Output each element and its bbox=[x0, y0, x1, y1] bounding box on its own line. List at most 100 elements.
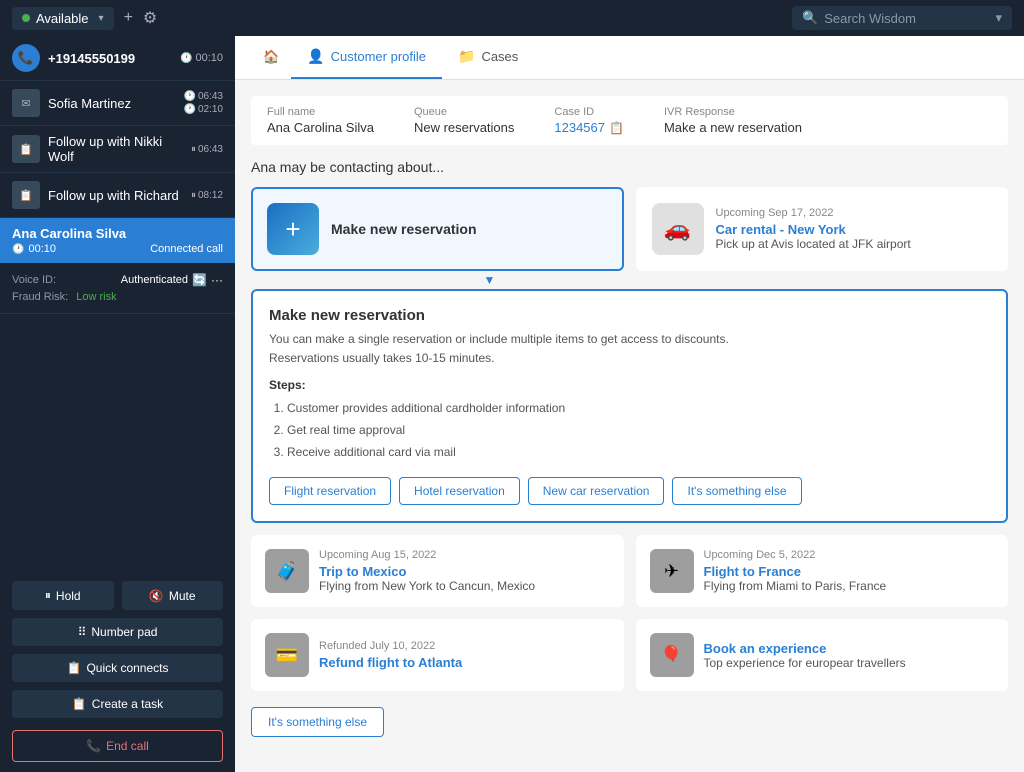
refund-atlanta-icon: 💳 bbox=[265, 633, 309, 677]
cases-icon: 📁 bbox=[458, 48, 475, 65]
call-details: Voice ID: Authenticated 🔄 ··· Fraud Risk… bbox=[0, 263, 235, 314]
expanded-panel-title: Make new reservation bbox=[269, 307, 990, 324]
end-call-icon: 📞 bbox=[86, 739, 101, 753]
active-call-timer: 🕐 00:10 bbox=[12, 243, 56, 255]
case-id-link[interactable]: 1234567 📋 bbox=[554, 120, 624, 135]
fraud-label: Fraud Risk: bbox=[12, 291, 68, 303]
search-input[interactable] bbox=[824, 11, 974, 26]
card-trip-mexico-info: Upcoming Aug 15, 2022 Trip to Mexico Fly… bbox=[319, 549, 535, 593]
expanded-panel-desc: You can make a single reservation or inc… bbox=[269, 330, 990, 368]
mute-icon: 🔇 bbox=[149, 589, 164, 603]
grid-icon: ⠿ bbox=[78, 625, 87, 639]
main-content: 🏠 👤 Customer profile 📁 Cases Full name A… bbox=[235, 36, 1024, 772]
card-car-rental[interactable]: 🚗 Upcoming Sep 17, 2022 Car rental - New… bbox=[636, 187, 1009, 271]
task-icon: 📋 bbox=[72, 697, 87, 711]
fraud-value: Low risk bbox=[76, 291, 116, 303]
card-trip-mexico[interactable]: 🧳 Upcoming Aug 15, 2022 Trip to Mexico F… bbox=[251, 535, 624, 607]
active-call-meta: 🕐 00:10 Connected call bbox=[12, 243, 223, 255]
primary-cards-grid: + Make new reservation 🚗 Upcoming Sep 17… bbox=[251, 187, 1008, 271]
card-flight-france[interactable]: ✈ Upcoming Dec 5, 2022 Flight to France … bbox=[636, 535, 1009, 607]
hold-button[interactable]: ⏸ Hold bbox=[12, 581, 114, 610]
its-something-else-button[interactable]: It's something else bbox=[251, 707, 384, 737]
card-car-rental-date: Upcoming Sep 17, 2022 bbox=[716, 207, 911, 219]
card-make-new-reservation-info: Make new reservation bbox=[331, 221, 477, 237]
new-car-reservation-button[interactable]: New car reservation bbox=[528, 477, 665, 505]
voice-id-value: Authenticated 🔄 ··· bbox=[121, 273, 223, 287]
card-trip-mexico-title: Trip to Mexico bbox=[319, 564, 535, 579]
card-refund-atlanta-date: Refunded July 10, 2022 bbox=[319, 640, 462, 652]
contact-name-richard: Follow up with Richard bbox=[48, 188, 183, 203]
tab-customer-profile[interactable]: 👤 Customer profile bbox=[291, 36, 442, 79]
card-refund-atlanta[interactable]: 💳 Refunded July 10, 2022 Refund flight t… bbox=[251, 619, 624, 691]
hotel-reservation-button[interactable]: Hotel reservation bbox=[399, 477, 520, 505]
fraud-row: Fraud Risk: Low risk bbox=[12, 291, 223, 303]
info-ivr: IVR Response Make a new reservation bbox=[664, 106, 802, 135]
card-car-rental-desc: Pick up at Avis located at JFK airport bbox=[716, 237, 911, 251]
active-call-name: Ana Carolina Silva bbox=[12, 226, 223, 241]
status-label: Available bbox=[36, 11, 89, 26]
tab-home[interactable]: 🏠 bbox=[251, 36, 291, 79]
avatar-richard: 📋 bbox=[12, 181, 40, 209]
book-experience-icon: 🎈 bbox=[650, 633, 694, 677]
card-make-new-reservation[interactable]: + Make new reservation bbox=[251, 187, 624, 271]
card-car-rental-info: Upcoming Sep 17, 2022 Car rental - New Y… bbox=[716, 207, 911, 251]
hold-mute-row: ⏸ Hold 🔇 Mute bbox=[12, 581, 223, 610]
refresh-icon[interactable]: 🔄 bbox=[192, 273, 207, 287]
top-bar: Available ▾ + ⚙ 🔍 ▾ bbox=[0, 0, 1024, 36]
card-flight-france-info: Upcoming Dec 5, 2022 Flight to France Fl… bbox=[704, 549, 887, 593]
card-book-experience-desc: Top experience for europear travellers bbox=[704, 656, 906, 670]
small-cards-grid: 🧳 Upcoming Aug 15, 2022 Trip to Mexico F… bbox=[251, 535, 1008, 691]
hold-icon: ⏸ bbox=[45, 588, 51, 603]
settings-icon[interactable]: ⚙ bbox=[143, 8, 157, 28]
call-item[interactable]: 📞 +19145550199 🕐 00:10 bbox=[0, 36, 235, 81]
info-full-name: Full name Ana Carolina Silva bbox=[267, 106, 374, 135]
card-trip-mexico-desc: Flying from New York to Cancun, Mexico bbox=[319, 579, 535, 593]
info-queue: Queue New reservations bbox=[414, 106, 514, 135]
car-icon: 🚗 bbox=[664, 216, 691, 242]
tabs-bar: 🏠 👤 Customer profile 📁 Cases bbox=[235, 36, 1024, 80]
end-call-button[interactable]: 📞 End call bbox=[12, 730, 223, 762]
card-book-experience[interactable]: 🎈 Book an experience Top experience for … bbox=[636, 619, 1009, 691]
card-flight-france-date: Upcoming Dec 5, 2022 bbox=[704, 549, 887, 561]
copy-icon[interactable]: 📋 bbox=[609, 121, 624, 135]
flight-reservation-button[interactable]: Flight reservation bbox=[269, 477, 391, 505]
search-dropdown-icon[interactable]: ▾ bbox=[995, 10, 1002, 26]
contact-time-sofia: 🕐06:43 🕐02:10 bbox=[184, 91, 223, 115]
contact-item-richard[interactable]: 📋 Follow up with Richard ⏸08:12 bbox=[0, 173, 235, 218]
card-refund-atlanta-info: Refunded July 10, 2022 Refund flight to … bbox=[319, 640, 462, 670]
new-reservation-icon-wrap: + bbox=[267, 203, 319, 255]
avatar-nikki: 📋 bbox=[12, 135, 40, 163]
active-call-block: Ana Carolina Silva 🕐 00:10 Connected cal… bbox=[0, 218, 235, 263]
sidebar: 📞 +19145550199 🕐 00:10 ✉ Sofia Martinez … bbox=[0, 36, 235, 772]
active-call-status: Connected call bbox=[150, 243, 223, 255]
contact-time-nikki: ⏸06:43 bbox=[191, 144, 223, 155]
call-icon: 📞 bbox=[12, 44, 40, 72]
card-car-rental-title: Car rental - New York bbox=[716, 222, 911, 237]
number-pad-button[interactable]: ⠿ Number pad bbox=[12, 618, 223, 646]
plus-icon: + bbox=[285, 214, 300, 245]
expanded-panel: Make new reservation You can make a sing… bbox=[251, 289, 1008, 523]
create-task-button[interactable]: 📋 Create a task bbox=[12, 690, 223, 718]
chevron-down-icon: ▾ bbox=[99, 13, 104, 24]
contact-item-sofia[interactable]: ✉ Sofia Martinez 🕐06:43 🕐02:10 bbox=[0, 81, 235, 126]
more-icon[interactable]: ··· bbox=[211, 273, 223, 287]
status-dot bbox=[22, 14, 30, 22]
action-buttons: Flight reservation Hotel reservation New… bbox=[269, 477, 990, 505]
search-bar: 🔍 ▾ bbox=[792, 6, 1012, 30]
profile-icon: 👤 bbox=[307, 48, 324, 65]
call-number: +19145550199 bbox=[48, 51, 172, 66]
card-flight-france-desc: Flying from Miami to Paris, France bbox=[704, 579, 887, 593]
add-icon[interactable]: + bbox=[124, 9, 133, 27]
content-body: Full name Ana Carolina Silva Queue New r… bbox=[235, 80, 1024, 772]
status-selector[interactable]: Available ▾ bbox=[12, 7, 114, 30]
call-time: 🕐 00:10 bbox=[180, 52, 223, 64]
its-something-else-button-panel[interactable]: It's something else bbox=[672, 477, 801, 505]
search-icon: 🔍 bbox=[802, 10, 818, 26]
mute-button[interactable]: 🔇 Mute bbox=[122, 581, 224, 610]
step-2: Get real time approval bbox=[287, 420, 990, 442]
contact-name-sofia: Sofia Martinez bbox=[48, 96, 176, 111]
contact-item-nikki[interactable]: 📋 Follow up with Nikki Wolf ⏸06:43 bbox=[0, 126, 235, 173]
quick-connects-button[interactable]: 📋 Quick connects bbox=[12, 654, 223, 682]
flight-france-icon: ✈ bbox=[650, 549, 694, 593]
tab-cases[interactable]: 📁 Cases bbox=[442, 36, 534, 79]
